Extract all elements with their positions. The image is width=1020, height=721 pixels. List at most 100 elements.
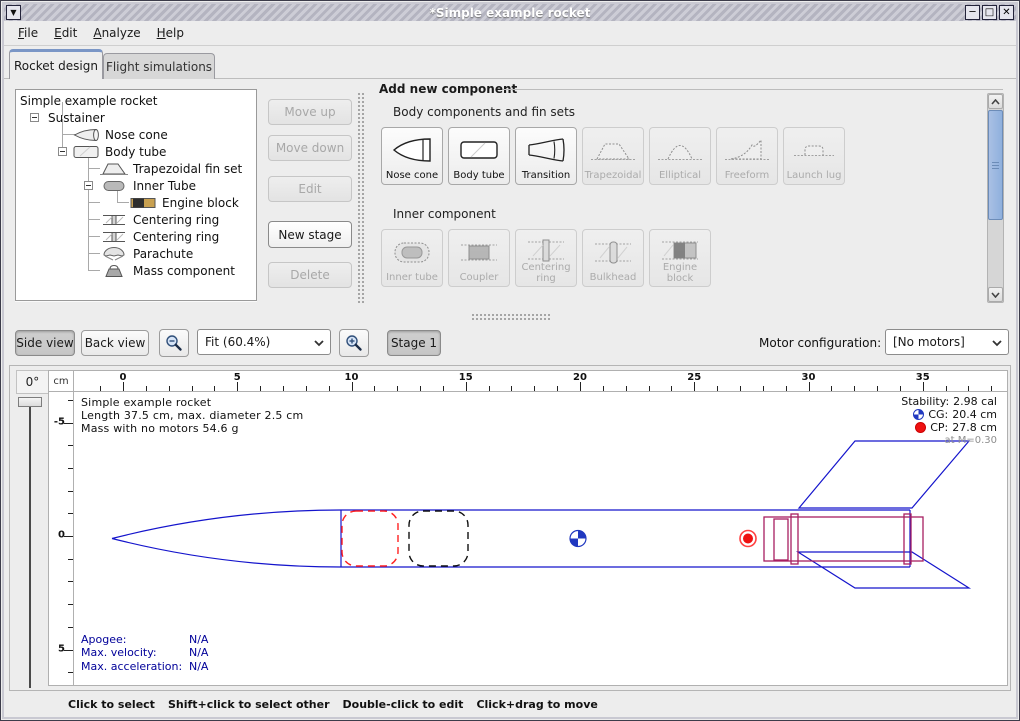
add-bulkhead-button[interactable]: Bulkhead bbox=[582, 229, 644, 287]
motor-configuration-select[interactable]: [No motors] bbox=[885, 329, 1009, 355]
zoom-in-button[interactable] bbox=[339, 329, 369, 357]
stability-info: Stability: 2.98 cal CG: 20.4 cm bbox=[901, 395, 997, 447]
rocket-drawing bbox=[74, 392, 1008, 686]
ruler-unit-label: cm bbox=[48, 370, 74, 392]
tree-connector bbox=[88, 270, 100, 271]
trapezoidal-fin-icon bbox=[100, 162, 128, 176]
move-up-button[interactable]: Move up bbox=[268, 99, 352, 125]
add-freeform-fin-button[interactable]: Freeform bbox=[716, 127, 778, 185]
mass-component-icon bbox=[100, 264, 128, 278]
menu-help[interactable]: Help bbox=[149, 23, 192, 43]
scroll-up-icon[interactable] bbox=[988, 94, 1003, 109]
add-transition-button[interactable]: Transition bbox=[515, 127, 577, 185]
edit-button[interactable]: Edit bbox=[268, 176, 352, 202]
button-label: Body tube bbox=[453, 171, 504, 182]
add-inner-tube-button[interactable]: Inner tube bbox=[381, 229, 443, 287]
centering-ring-icon bbox=[524, 238, 568, 264]
button-label: Centering ring bbox=[516, 263, 576, 284]
rocket-info: Simple example rocket Length 37.5 cm, ma… bbox=[81, 396, 303, 435]
tree-item-parachute[interactable]: Parachute bbox=[100, 245, 193, 262]
rotation-slider-track[interactable] bbox=[29, 404, 31, 688]
zoom-level-select[interactable]: Fit (60.4%) bbox=[197, 329, 331, 355]
window-title: *Simple example rocket bbox=[4, 6, 1016, 20]
tree-item-label: Sustainer bbox=[48, 111, 105, 125]
expander-icon[interactable] bbox=[58, 147, 67, 156]
tree-item-body-tube[interactable]: Body tube bbox=[72, 143, 166, 160]
title-bar[interactable]: ▼ *Simple example rocket ─ □ ✕ bbox=[4, 4, 1016, 21]
chevron-down-icon bbox=[313, 339, 325, 347]
tree-item-label: Centering ring bbox=[133, 213, 219, 227]
design-tree[interactable]: Simple example rocket Sustainer Nose con… bbox=[15, 89, 257, 301]
tree-item-mass-component[interactable]: Mass component bbox=[100, 262, 235, 279]
expander-icon[interactable] bbox=[84, 181, 93, 190]
back-view-button[interactable]: Back view bbox=[81, 330, 149, 356]
button-label: Transition bbox=[522, 171, 570, 182]
add-component-title: Add new component bbox=[379, 82, 517, 96]
tree-item-rocket[interactable]: Simple example rocket bbox=[20, 92, 157, 109]
add-engine-block-button[interactable]: Engine block bbox=[649, 229, 711, 287]
rotation-slider-handle[interactable] bbox=[18, 397, 42, 407]
add-launch-lug-button[interactable]: Launch lug bbox=[783, 127, 845, 185]
tree-item-centering-ring-2[interactable]: Centering ring bbox=[100, 228, 219, 245]
delete-button[interactable]: Delete bbox=[268, 262, 352, 288]
menu-analyze[interactable]: Analyze bbox=[85, 23, 148, 43]
status-bar: Click to select Shift+click to select ot… bbox=[4, 692, 1016, 717]
move-down-button[interactable]: Move down bbox=[268, 135, 352, 161]
zoom-in-icon bbox=[345, 334, 363, 352]
expander-icon[interactable] bbox=[30, 113, 39, 122]
elliptical-fin-icon bbox=[658, 136, 702, 164]
openrocket-window: ▼ *Simple example rocket ─ □ ✕ File Edit… bbox=[0, 0, 1020, 721]
body-components-label: Body components and fin sets bbox=[393, 105, 575, 119]
window-menu-icon[interactable]: ▼ bbox=[6, 5, 21, 20]
close-icon[interactable]: ✕ bbox=[999, 5, 1014, 20]
add-trapezoidal-fin-button[interactable]: Trapezoidal bbox=[582, 127, 644, 185]
minimize-icon[interactable]: ─ bbox=[965, 5, 980, 20]
add-elliptical-fin-button[interactable]: Elliptical bbox=[649, 127, 711, 185]
body-tube-icon bbox=[457, 136, 501, 164]
centering-ring-icon bbox=[100, 230, 128, 244]
stage-1-button[interactable]: Stage 1 bbox=[387, 330, 441, 356]
zoom-out-button[interactable] bbox=[159, 329, 189, 357]
freeform-fin-icon bbox=[725, 136, 769, 164]
component-panel-scrollbar[interactable] bbox=[987, 93, 1004, 303]
max-velocity-value: N/A bbox=[189, 646, 208, 660]
menu-bar: File Edit Analyze Help bbox=[4, 21, 1016, 46]
tree-item-fin-set[interactable]: Trapezoidal fin set bbox=[100, 160, 242, 177]
rocket-canvas[interactable]: Simple example rocket Length 37.5 cm, ma… bbox=[74, 392, 1008, 686]
tree-item-inner-tube[interactable]: Inner Tube bbox=[100, 177, 196, 194]
cp-marker bbox=[740, 531, 756, 547]
add-coupler-button[interactable]: Coupler bbox=[448, 229, 510, 287]
zoom-out-icon bbox=[165, 334, 183, 352]
tree-item-label: Parachute bbox=[133, 247, 193, 261]
tree-item-sustainer[interactable]: Sustainer bbox=[48, 109, 105, 126]
transition-icon bbox=[524, 136, 568, 164]
add-centering-ring-button[interactable]: Centering ring bbox=[515, 229, 577, 287]
horizontal-splitter[interactable] bbox=[471, 313, 551, 321]
launch-lug-icon bbox=[792, 136, 836, 164]
button-label: Bulkhead bbox=[590, 273, 637, 284]
button-label: Inner tube bbox=[386, 273, 438, 284]
tree-item-centering-ring-1[interactable]: Centering ring bbox=[100, 211, 219, 228]
maximize-icon[interactable]: □ bbox=[982, 5, 997, 20]
button-label: Trapezoidal bbox=[585, 171, 642, 182]
tree-item-nose-cone[interactable]: Nose cone bbox=[72, 126, 168, 143]
rocket-dimensions: Length 37.5 cm, max. diameter 2.5 cm bbox=[81, 409, 303, 422]
add-nose-cone-button[interactable]: Nose cone bbox=[381, 127, 443, 185]
tree-connector bbox=[88, 236, 100, 237]
tab-flight-simulations[interactable]: Flight simulations bbox=[103, 53, 215, 79]
engine-block-icon bbox=[658, 238, 702, 264]
menu-edit[interactable]: Edit bbox=[46, 23, 85, 43]
stability-value: 2.98 cal bbox=[953, 395, 997, 408]
scrollbar-thumb[interactable] bbox=[988, 110, 1003, 220]
add-body-tube-button[interactable]: Body tube bbox=[448, 127, 510, 185]
tree-item-engine-block[interactable]: Engine block bbox=[129, 194, 239, 211]
tab-rocket-design[interactable]: Rocket design bbox=[9, 49, 103, 79]
menu-file[interactable]: File bbox=[10, 23, 46, 43]
vertical-splitter[interactable] bbox=[356, 91, 364, 305]
side-view-button[interactable]: Side view bbox=[15, 330, 75, 356]
scroll-down-icon[interactable] bbox=[988, 287, 1003, 302]
new-stage-button[interactable]: New stage bbox=[268, 221, 352, 248]
tree-item-label: Inner Tube bbox=[133, 179, 196, 193]
chevron-down-icon bbox=[991, 339, 1003, 347]
inner-component-label: Inner component bbox=[393, 207, 496, 221]
